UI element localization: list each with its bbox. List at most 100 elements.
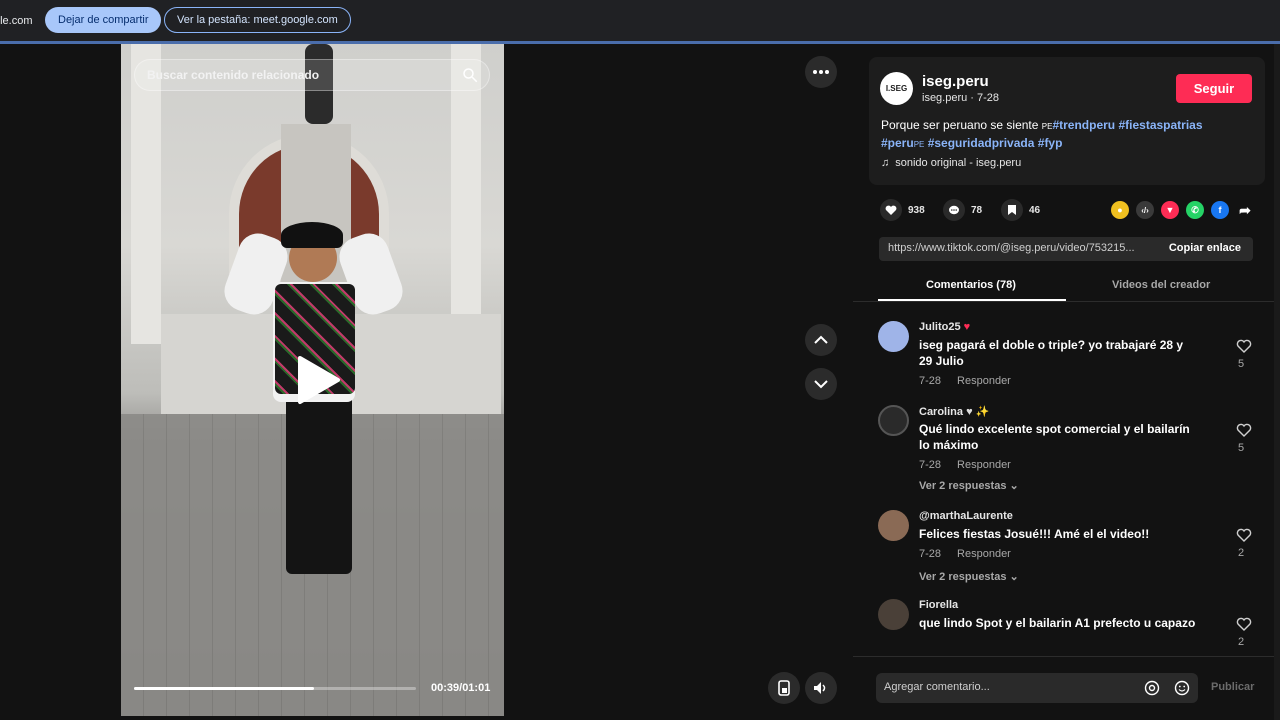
publish-button[interactable]: Publicar: [1211, 681, 1254, 693]
more-options-button[interactable]: [805, 56, 837, 88]
avatar[interactable]: [878, 510, 909, 541]
flag-peru: PE: [913, 140, 925, 149]
hashtag[interactable]: #peru: [881, 136, 914, 150]
comment-like-count: 2: [1238, 636, 1245, 648]
comment-placeholder: Agregar comentario...: [884, 681, 990, 693]
comment-meta: 7-28 Responder: [919, 548, 1027, 560]
comment-count: 78: [971, 204, 983, 216]
related-search-input[interactable]: Buscar contenido relacionado: [134, 59, 490, 91]
save-button[interactable]: 46: [1001, 199, 1040, 221]
play-icon[interactable]: [292, 354, 342, 406]
tab-creator-videos[interactable]: Videos del creador: [1112, 279, 1210, 291]
comment-heart-icon[interactable]: [1235, 339, 1253, 353]
hashtag[interactable]: #fyp: [1038, 136, 1063, 150]
music-label: sonido original - iseg.peru: [895, 157, 1022, 169]
video-description: Porque ser peruano se siente PE#trendper…: [881, 117, 1251, 153]
comment-date: 7-28: [919, 375, 942, 387]
search-icon[interactable]: [461, 66, 479, 84]
comment-like-count: 5: [1238, 442, 1245, 454]
like-count: 938: [908, 204, 925, 216]
like-button[interactable]: 938: [880, 199, 925, 221]
flag-peru: PE: [1041, 122, 1053, 131]
mention-icon[interactable]: [1144, 680, 1160, 696]
comment-meta: 7-28 Responder: [919, 375, 1027, 387]
reply-button[interactable]: Responder: [957, 548, 1011, 560]
share-host-text: gle.com: [0, 15, 33, 27]
comment-date: 7-28: [919, 548, 942, 560]
video-progress-fill: [134, 687, 315, 690]
heart-icon: [880, 199, 902, 221]
comment-heart-icon[interactable]: [1235, 528, 1253, 542]
comment-username[interactable]: Fiorella: [919, 599, 958, 611]
comment-username[interactable]: @marthaLaurente: [919, 510, 1013, 522]
reply-button[interactable]: Responder: [957, 375, 1011, 387]
hashtag[interactable]: #trendperu: [1052, 118, 1115, 132]
comment-like-count: 2: [1238, 547, 1245, 559]
hashtag[interactable]: #seguridadprivada: [928, 136, 1035, 150]
comment-item: Carolina ♥ ✨ Qué lindo excelente spot co…: [878, 405, 1263, 495]
chevron-down-icon: ⌄: [1009, 480, 1019, 492]
previous-video-button[interactable]: [805, 324, 837, 356]
comment-input[interactable]: Agregar comentario...: [876, 673, 1198, 703]
embed-icon[interactable]: ‹/›: [1136, 201, 1154, 219]
mini-player-button[interactable]: [768, 672, 800, 704]
dancer-legs: [286, 394, 352, 574]
scrollbar[interactable]: [1274, 44, 1280, 720]
stop-sharing-button[interactable]: Dejar de compartir: [45, 7, 162, 33]
video-time: 00:39/01:01: [431, 682, 491, 694]
active-tab-indicator: [878, 299, 1066, 301]
view-replies-button[interactable]: Ver 2 respuestas ⌄: [919, 479, 1019, 492]
coin-icon[interactable]: ●: [1111, 201, 1129, 219]
comment-bar-divider: [853, 656, 1277, 657]
comment-text: Felices fiestas Josué!!! Amé el el video…: [919, 527, 1150, 541]
tab-comments[interactable]: Comentarios (78): [926, 279, 1016, 291]
bookmark-icon: [1001, 199, 1023, 221]
comment-icon: [943, 199, 965, 221]
follow-button[interactable]: Seguir: [1176, 74, 1252, 103]
volume-icon: [814, 682, 826, 694]
comment-heart-icon[interactable]: [1235, 617, 1253, 631]
comment-count-button[interactable]: 78: [943, 199, 982, 221]
comment-text: iseg pagará el doble o triple? yo trabaj…: [919, 338, 1184, 368]
video-link-field[interactable]: https://www.tiktok.com/@iseg.peru/video/…: [879, 237, 1253, 261]
volume-button[interactable]: [805, 672, 837, 704]
tabs-divider: [853, 301, 1277, 302]
whatsapp-icon[interactable]: ✆: [1186, 201, 1204, 219]
author-handle-date: iseg.peru · 7-28: [922, 92, 1000, 104]
comment-like-count: 5: [1238, 358, 1245, 370]
avatar[interactable]: [878, 321, 909, 352]
chevron-down-icon: ⌄: [1009, 571, 1019, 583]
mini-player-icon: [778, 680, 790, 696]
music-link[interactable]: ♫ sonido original - iseg.peru: [881, 157, 1021, 169]
share-arrow-icon[interactable]: ➦: [1236, 201, 1254, 219]
copy-link-button[interactable]: Copiar enlace: [1169, 242, 1241, 254]
search-placeholder: Buscar contenido relacionado: [147, 68, 320, 82]
hashtag[interactable]: #fiestaspatrias: [1118, 118, 1202, 132]
avatar[interactable]: [878, 599, 909, 630]
avatar[interactable]: [878, 405, 909, 436]
comment-item: Julito25 ♥ iseg pagará el doble o triple…: [878, 321, 1263, 391]
comment-heart-icon[interactable]: [1235, 423, 1253, 437]
facebook-icon[interactable]: f: [1211, 201, 1229, 219]
author-name[interactable]: iseg.peru: [922, 73, 989, 90]
emoji-icon[interactable]: [1174, 680, 1190, 696]
next-video-button[interactable]: [805, 368, 837, 400]
comment-username[interactable]: Julito25 ♥: [919, 321, 970, 333]
send-to-friend-icon[interactable]: ▼: [1161, 201, 1179, 219]
comment-text: Qué lindo excelente spot comercial y el …: [919, 422, 1190, 452]
description-text: Porque ser peruano se siente: [881, 118, 1042, 132]
comment-date: 7-28: [919, 459, 942, 471]
chevron-down-icon: [814, 380, 828, 389]
comment-meta: 7-28 Responder: [919, 459, 1027, 471]
author-avatar[interactable]: I.SEG: [880, 72, 913, 105]
video-link-url: https://www.tiktok.com/@iseg.peru/video/…: [888, 242, 1135, 254]
view-tab-button[interactable]: Ver la pestaña: meet.google.com: [164, 7, 351, 33]
video-progress-bar[interactable]: [134, 687, 416, 690]
comment-text: que lindo Spot y el bailarin A1 prefecto…: [919, 616, 1196, 630]
comment-item: Fiorella que lindo Spot y el bailarin A1…: [878, 599, 1263, 655]
view-replies-button[interactable]: Ver 2 respuestas ⌄: [919, 570, 1019, 583]
save-count: 46: [1029, 204, 1041, 216]
dancer-hat: [281, 222, 343, 248]
reply-button[interactable]: Responder: [957, 459, 1011, 471]
comment-username[interactable]: Carolina ♥ ✨: [919, 405, 989, 418]
